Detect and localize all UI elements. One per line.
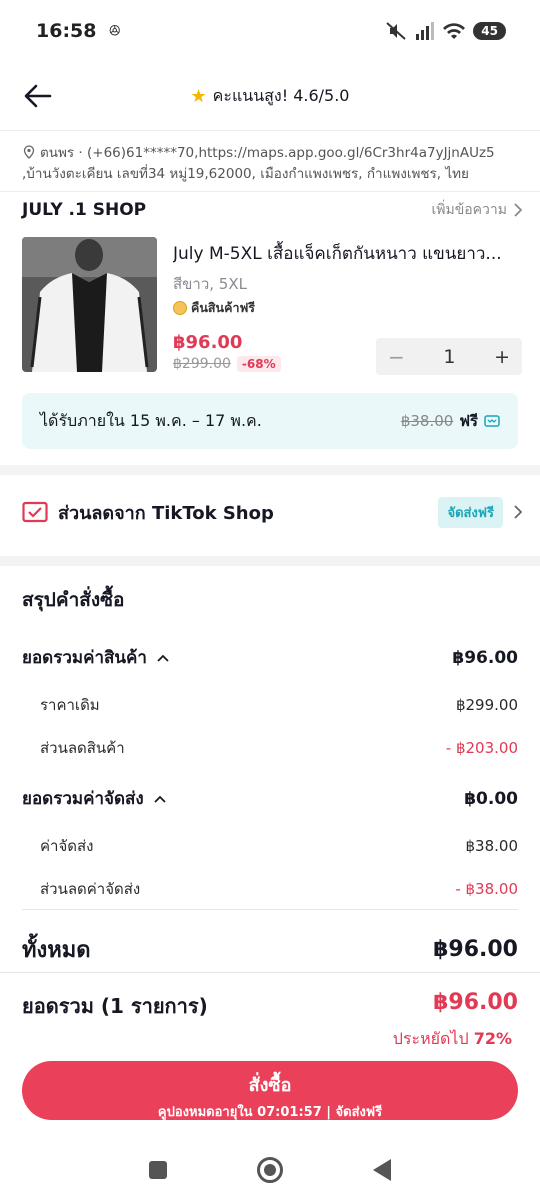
rating-banner: ★ คะแนนสูง! 4.6/5.0 — [191, 84, 350, 109]
chevron-up-icon — [157, 654, 169, 662]
shipping-fee: ฿38.00 ฟรี — [401, 409, 500, 433]
original-price: ฿299.00 — [173, 356, 231, 372]
coin-icon — [173, 301, 187, 315]
nav-home-icon[interactable] — [257, 1157, 283, 1183]
chevron-up-icon — [154, 795, 166, 803]
chevron-right-icon — [514, 505, 522, 519]
shipping-discount-row: ส่วนลดค่าจัดส่ง - ฿38.00 — [40, 880, 518, 898]
notification-icon: ꔮ — [108, 21, 121, 40]
product-image[interactable] — [22, 237, 157, 372]
decrease-quantity-button[interactable]: − — [388, 345, 405, 369]
rating-text: คะแนนสูง! 4.6/5.0 — [212, 85, 350, 105]
savings-percent: 72% — [473, 1029, 512, 1048]
tiktok-shop-discount-row[interactable]: ส่วนลดจาก TikTok Shop จัดส่งฟรี — [22, 478, 522, 546]
shipping-voucher-icon — [484, 415, 500, 427]
status-bar: 16:58 ꔮ 45 — [0, 0, 540, 62]
grand-total-label: ยอดรวม (1 รายการ) — [22, 994, 208, 1018]
order-summary-title: สรุปคำสั่งซื้อ — [22, 589, 125, 611]
battery-indicator: 45 — [473, 22, 506, 40]
original-price-row: ฿299.00 -68% — [173, 356, 281, 372]
address-line-1: ตนพร · (+66)61*****70,https://maps.app.g… — [22, 143, 518, 164]
free-shipping-tag: จัดส่งฟรี — [438, 496, 503, 528]
delivery-info[interactable]: ได้รับภายใน 15 พ.ค. – 17 พ.ค. ฿38.00 ฟรี — [22, 393, 518, 449]
tiktok-voucher-icon — [22, 501, 48, 523]
wifi-icon — [443, 23, 466, 39]
signal-icon — [416, 22, 435, 40]
status-time: 16:58 — [36, 20, 97, 42]
total-row: ทั้งหมด ฿96.00 — [22, 937, 518, 963]
product-total-row[interactable]: ยอดรวมค่าสินค้า ฿96.00 — [22, 644, 518, 671]
back-arrow-icon[interactable] — [22, 80, 54, 112]
product-item: July M-5XL เสื้อแจ็คเก็ตกันหนาว แขนยาว..… — [22, 237, 522, 377]
delivery-date: ได้รับภายใน 15 พ.ค. – 17 พ.ค. — [40, 410, 262, 430]
nav-recents-icon[interactable] — [149, 1161, 167, 1179]
shipping-total-value: ฿0.00 — [464, 788, 518, 809]
location-pin-icon — [23, 145, 35, 159]
header: ★ คะแนนสูง! 4.6/5.0 — [0, 62, 540, 130]
shipping-address[interactable]: ตนพร · (+66)61*****70,https://maps.app.g… — [0, 130, 540, 192]
footer-divider — [0, 972, 540, 973]
savings-text: ประหยัดไป 72% — [392, 1029, 512, 1048]
shipping-fee-row: ค่าจัดส่ง ฿38.00 — [40, 837, 518, 855]
product-title[interactable]: July M-5XL เสื้อแจ็คเก็ตกันหนาว แขนยาว..… — [173, 240, 518, 267]
tiktok-discount-label: ส่วนลดจาก TikTok Shop — [58, 502, 274, 524]
shipping-old-fee: ฿38.00 — [400, 412, 454, 430]
mute-icon — [386, 22, 406, 40]
grand-total-value: ฿96.00 — [433, 990, 518, 1015]
quantity-value[interactable]: 1 — [443, 346, 455, 368]
status-icons: 45 — [385, 21, 506, 41]
product-discount-row: ส่วนลดสินค้า - ฿203.00 — [40, 739, 518, 757]
discount-badge: -68% — [236, 356, 281, 372]
coupon-expiry-text: คูปองหมดอายุใน 07:01:57 | จัดส่งฟรี — [157, 1105, 383, 1120]
product-price: ฿96.00 — [173, 332, 243, 353]
place-order-button[interactable]: สั่งซื้อ คูปองหมดอายุใน 07:01:57 | จัดส่… — [22, 1061, 518, 1120]
product-total-value: ฿96.00 — [452, 647, 518, 668]
star-icon: ★ — [190, 85, 207, 107]
quantity-stepper: − 1 + — [376, 338, 522, 375]
address-line-2: ,บ้านวังตะเคียน เลขที่34 หมู่19,62000, เ… — [22, 166, 469, 182]
product-variant[interactable]: สีขาว, 5XL — [173, 272, 247, 296]
shop-name: JULY .1 SHOP — [22, 200, 147, 220]
section-divider — [0, 465, 540, 475]
shop-row: JULY .1 SHOP เพิ่มข้อความ — [22, 196, 522, 224]
increase-quantity-button[interactable]: + — [494, 346, 510, 368]
summary-divider — [22, 909, 518, 910]
shipping-total-row[interactable]: ยอดรวมค่าจัดส่ง ฿0.00 — [22, 785, 518, 812]
place-order-label: สั่งซื้อ — [248, 1075, 292, 1096]
section-divider — [0, 556, 540, 566]
system-nav-bar — [0, 1140, 540, 1200]
shipping-free-label: ฟรี — [459, 412, 478, 430]
nav-back-icon[interactable] — [373, 1159, 391, 1181]
original-price-summary-row: ราคาเดิม ฿299.00 — [40, 696, 518, 714]
add-message-link[interactable]: เพิ่มข้อความ — [431, 199, 522, 221]
chevron-right-icon — [514, 203, 522, 217]
free-return-badge: คืนสินค้าฟรี — [173, 298, 255, 318]
